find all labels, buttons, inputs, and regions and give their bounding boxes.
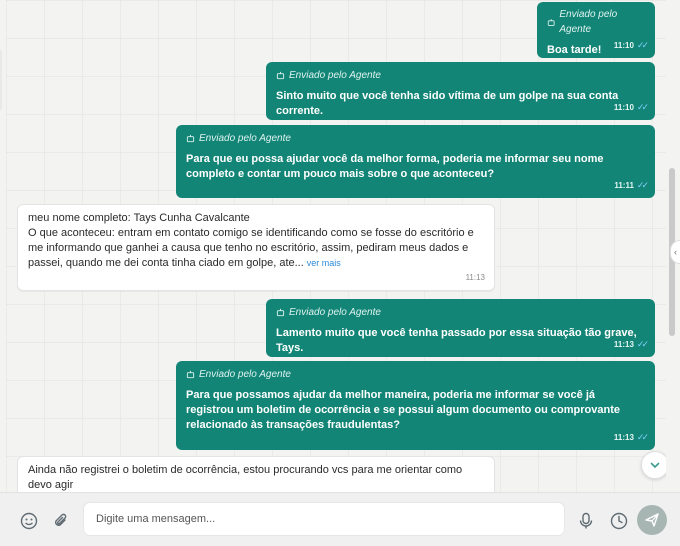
schedule-button[interactable] bbox=[608, 510, 630, 532]
message-time: 11:10 bbox=[613, 41, 634, 50]
agent-tag: Enviado pelo Agente bbox=[276, 68, 645, 83]
mic-icon bbox=[579, 512, 593, 529]
message-outgoing: Enviado pelo Agente Para que eu possa aj… bbox=[176, 125, 655, 198]
see-more-link[interactable]: ver mais bbox=[307, 258, 341, 268]
message-text: meu nome completo: Tays Cunha Cavalcante… bbox=[28, 211, 484, 271]
clock-icon bbox=[610, 512, 628, 530]
agent-icon bbox=[547, 18, 555, 26]
message-outgoing: Enviado pelo Agente Lamento muito que vo… bbox=[266, 299, 655, 357]
agent-icon bbox=[186, 370, 195, 379]
message-text: Sinto muito que você tenha sido vítima d… bbox=[276, 90, 619, 117]
message-meta: 11:13 ✓✓ bbox=[613, 430, 649, 445]
side-panel-toggle[interactable]: ‹ bbox=[670, 240, 680, 264]
message-outgoing: Enviado pelo Agente Para que possamos aj… bbox=[176, 361, 655, 450]
chevron-down-icon bbox=[650, 462, 660, 469]
message-time: 11:13 bbox=[613, 340, 634, 349]
message-meta: 11:11 ✓✓ bbox=[614, 178, 649, 193]
message-time: 11:13 bbox=[465, 273, 485, 282]
message-time: 11:11 bbox=[614, 181, 634, 190]
scroll-to-bottom-button[interactable] bbox=[641, 451, 666, 479]
message-text: Lamento muito que você tenha passado por… bbox=[276, 327, 637, 354]
message-input[interactable]: Digite uma mensagem... bbox=[83, 502, 565, 536]
message-composer: Digite uma mensagem... bbox=[0, 492, 680, 546]
agent-tag: Enviado pelo Agente bbox=[547, 7, 645, 37]
left-panel-edge bbox=[0, 50, 2, 110]
agent-label: Enviado pelo Agente bbox=[289, 70, 381, 81]
message-outgoing: Enviado pelo Agente Sinto muito que você… bbox=[266, 62, 655, 120]
attach-icon bbox=[55, 513, 67, 526]
message-incoming: meu nome completo: Tays Cunha Cavalcante… bbox=[17, 204, 495, 291]
emoji-icon bbox=[20, 512, 38, 530]
message-meta: 11:13 ✓✓ bbox=[613, 337, 649, 352]
agent-icon bbox=[186, 134, 195, 143]
agent-tag: Enviado pelo Agente bbox=[186, 367, 645, 382]
agent-tag: Enviado pelo Agente bbox=[186, 131, 645, 146]
agent-label: Enviado pelo Agente bbox=[199, 133, 291, 144]
message-text: Para que eu possa ajudar você da melhor … bbox=[186, 153, 604, 180]
message-meta: 11:10 ✓✓ bbox=[613, 100, 649, 115]
read-ticks-icon: ✓✓ bbox=[636, 40, 649, 50]
agent-label: Enviado pelo Agente bbox=[559, 9, 618, 35]
agent-tag: Enviado pelo Agente bbox=[276, 305, 645, 320]
read-ticks-icon: ✓✓ bbox=[636, 432, 649, 442]
message-time: 11:13 bbox=[613, 433, 634, 442]
message-body: meu nome completo: Tays Cunha Cavalcante… bbox=[28, 212, 474, 269]
chat-message-list[interactable]: Enviado pelo Agente Boa tarde! 11:10 ✓✓ … bbox=[6, 0, 666, 492]
read-ticks-icon: ✓✓ bbox=[636, 180, 649, 190]
agent-icon bbox=[276, 308, 285, 317]
message-meta: 11:13 bbox=[466, 270, 485, 285]
mic-button[interactable] bbox=[576, 510, 596, 532]
message-outgoing: Enviado pelo Agente Boa tarde! 11:10 ✓✓ bbox=[537, 2, 655, 58]
send-button[interactable] bbox=[637, 505, 667, 535]
message-meta: 11:10 ✓✓ bbox=[613, 38, 649, 53]
agent-label: Enviado pelo Agente bbox=[199, 369, 291, 380]
agent-icon bbox=[276, 71, 285, 80]
message-time: 11:10 bbox=[613, 103, 634, 112]
read-ticks-icon: ✓✓ bbox=[636, 102, 649, 112]
attach-button[interactable] bbox=[50, 510, 72, 532]
message-incoming: Ainda não registrei o boletim de ocorrên… bbox=[17, 456, 495, 492]
agent-label: Enviado pelo Agente bbox=[289, 307, 381, 318]
emoji-button[interactable] bbox=[18, 510, 40, 532]
message-text: Ainda não registrei o boletim de ocorrên… bbox=[28, 464, 463, 491]
message-text: Para que possamos ajudar da melhor manei… bbox=[186, 389, 620, 431]
send-icon bbox=[645, 513, 659, 527]
chevron-left-icon: ‹ bbox=[674, 247, 677, 257]
message-input-placeholder: Digite uma mensagem... bbox=[96, 513, 216, 525]
read-ticks-icon: ✓✓ bbox=[636, 339, 649, 349]
